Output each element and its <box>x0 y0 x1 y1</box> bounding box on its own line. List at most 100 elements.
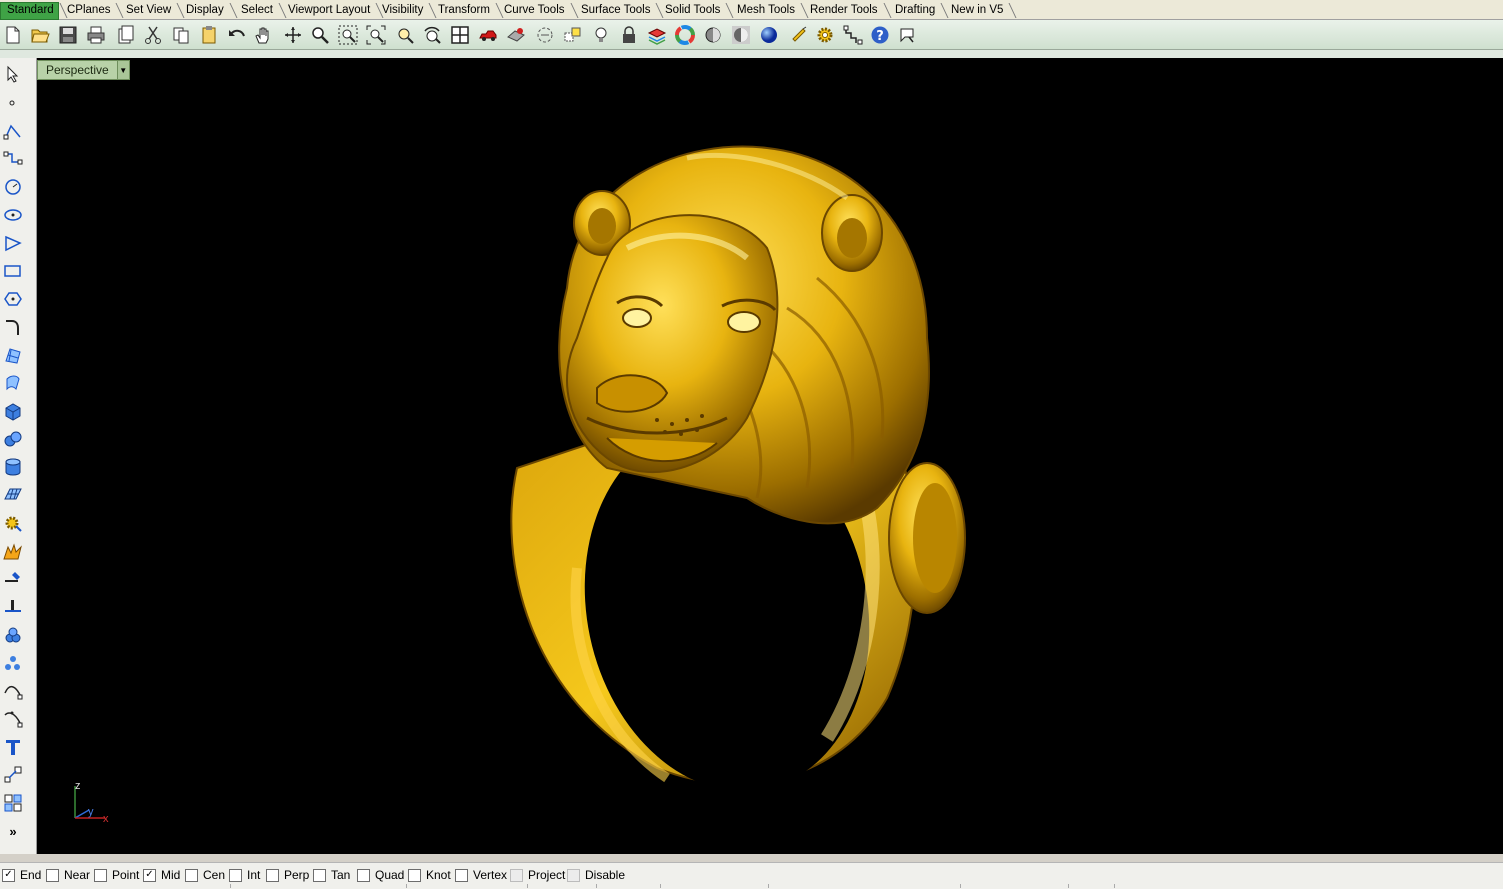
osnap-tan[interactable]: Tan <box>313 867 350 883</box>
solid-edit-icon[interactable] <box>2 512 24 534</box>
copy-icon[interactable] <box>169 23 192 46</box>
new-file-icon[interactable] <box>1 23 24 46</box>
checkbox-vertex[interactable] <box>455 868 468 882</box>
ellipse-icon[interactable] <box>2 204 24 226</box>
osnap-vertex[interactable]: Vertex <box>455 867 507 883</box>
checkbox-point[interactable] <box>94 868 107 882</box>
lock-icon[interactable] <box>617 23 640 46</box>
grid-snap-icon[interactable] <box>841 23 864 46</box>
osnap-int[interactable]: Int <box>229 867 260 883</box>
tab-solid-tools[interactable]: Solid Tools <box>659 3 724 18</box>
select-arrow-icon[interactable] <box>2 63 24 85</box>
checkbox-project[interactable] <box>510 868 523 882</box>
osnap-mid[interactable]: ✓ Mid <box>143 867 180 883</box>
checkbox-near[interactable] <box>46 868 59 882</box>
light-icon[interactable] <box>589 23 612 46</box>
osnap-perp[interactable]: Perp <box>266 867 309 883</box>
polygon-icon[interactable] <box>2 288 24 310</box>
tab-standard[interactable]: Standard <box>0 2 59 20</box>
checkbox-tan[interactable] <box>313 868 326 882</box>
zoom-window-icon[interactable] <box>336 23 359 46</box>
tab-set-view[interactable]: Set View <box>120 3 175 18</box>
help-icon[interactable]: ? <box>868 23 891 46</box>
object-properties-icon[interactable] <box>504 23 527 46</box>
array-icon[interactable] <box>2 652 24 674</box>
osnap-disable[interactable]: Disable <box>567 867 625 883</box>
open-file-icon[interactable] <box>28 23 51 46</box>
toolbar-tips-icon[interactable] <box>895 23 918 46</box>
paste-icon[interactable] <box>197 23 220 46</box>
transform-icon[interactable] <box>2 792 24 814</box>
osnap-end[interactable]: ✓ End <box>2 867 41 883</box>
checkbox-end[interactable]: ✓ <box>2 868 15 882</box>
tab-new-in-v5[interactable]: New in V5 <box>945 3 1007 18</box>
tab-curve-tools[interactable]: Curve Tools <box>498 3 569 18</box>
checkbox-knot[interactable] <box>408 868 421 882</box>
four-viewports-icon[interactable] <box>448 23 471 46</box>
control-points-icon[interactable] <box>2 680 24 702</box>
tab-display[interactable]: Display <box>180 3 228 18</box>
tab-mesh-tools[interactable]: Mesh Tools <box>731 3 799 18</box>
polyline-icon[interactable] <box>2 120 24 142</box>
surface-pts-icon[interactable] <box>2 344 24 366</box>
tab-surface-tools[interactable]: Surface Tools <box>575 3 654 18</box>
checkbox-cen[interactable] <box>185 868 198 882</box>
cylinder-icon[interactable] <box>2 456 24 478</box>
arc-icon[interactable] <box>2 232 24 254</box>
osnap-point[interactable]: Point <box>94 867 139 883</box>
render-preview-icon[interactable] <box>701 23 724 46</box>
lion-ring-model[interactable] <box>457 138 977 798</box>
pan-hand-icon[interactable] <box>251 23 274 46</box>
cut-icon[interactable] <box>141 23 164 46</box>
more-tools-button[interactable]: » <box>2 820 24 842</box>
tab-visibility[interactable]: Visibility <box>376 3 427 18</box>
checkbox-perp[interactable] <box>266 868 279 882</box>
tab-drafting[interactable]: Drafting <box>889 3 939 18</box>
zoom-dynamic-icon[interactable] <box>308 23 331 46</box>
osnap-cen[interactable]: Cen <box>185 867 225 883</box>
point-icon[interactable] <box>2 91 24 113</box>
tab-viewport-layout[interactable]: Viewport Layout <box>282 3 374 18</box>
group-icon[interactable] <box>2 624 24 646</box>
layer-icon[interactable] <box>645 23 668 46</box>
tab-select[interactable]: Select <box>235 3 277 18</box>
tab-render-tools[interactable]: Render Tools <box>804 3 882 18</box>
ghosted-icon[interactable] <box>729 23 752 46</box>
curve-icon[interactable] <box>2 148 24 170</box>
zoom-selected-icon[interactable] <box>393 23 416 46</box>
osnap-quad[interactable]: Quad <box>357 867 404 883</box>
boolean-union-icon[interactable] <box>2 428 24 450</box>
box-solid-icon[interactable] <box>2 400 24 422</box>
explode-icon[interactable] <box>2 540 24 562</box>
options-gear-icon[interactable] <box>813 23 836 46</box>
osnap-knot[interactable]: Knot <box>408 867 451 883</box>
tab-cplanes[interactable]: CPlanes <box>61 3 114 18</box>
car-icon[interactable] <box>476 23 499 46</box>
split-icon[interactable] <box>2 568 24 590</box>
checkbox-mid[interactable]: ✓ <box>143 868 156 882</box>
osnap-project[interactable]: Project <box>510 867 565 883</box>
properties-icon[interactable] <box>113 23 136 46</box>
fillet-curve-icon[interactable] <box>2 316 24 338</box>
checkbox-quad[interactable] <box>357 868 370 882</box>
checkbox-int[interactable] <box>229 868 242 882</box>
color-wheel-icon[interactable] <box>673 23 696 46</box>
text-icon[interactable] <box>2 736 24 758</box>
hide-objects-icon[interactable] <box>533 23 556 46</box>
checkbox-disable[interactable] <box>567 868 580 882</box>
viewport-title-tab[interactable]: Perspective ▼ <box>37 60 130 80</box>
rotate-view-icon[interactable] <box>281 23 304 46</box>
mesh-plane-icon[interactable] <box>2 484 24 506</box>
render-sphere-icon[interactable] <box>757 23 780 46</box>
undo-view-icon[interactable] <box>420 23 443 46</box>
circle-icon[interactable] <box>2 176 24 198</box>
trim-icon[interactable] <box>2 596 24 618</box>
save-icon[interactable] <box>56 23 79 46</box>
osnap-near[interactable]: Near <box>46 867 90 883</box>
perspective-viewport[interactable]: Perspective ▼ z y x <box>37 58 1503 854</box>
scale-icon[interactable] <box>2 764 24 786</box>
edit-points-icon[interactable] <box>2 708 24 730</box>
show-objects-icon[interactable] <box>561 23 584 46</box>
filter-icon[interactable] <box>788 23 811 46</box>
viewport-menu-dropdown-icon[interactable]: ▼ <box>116 61 129 79</box>
